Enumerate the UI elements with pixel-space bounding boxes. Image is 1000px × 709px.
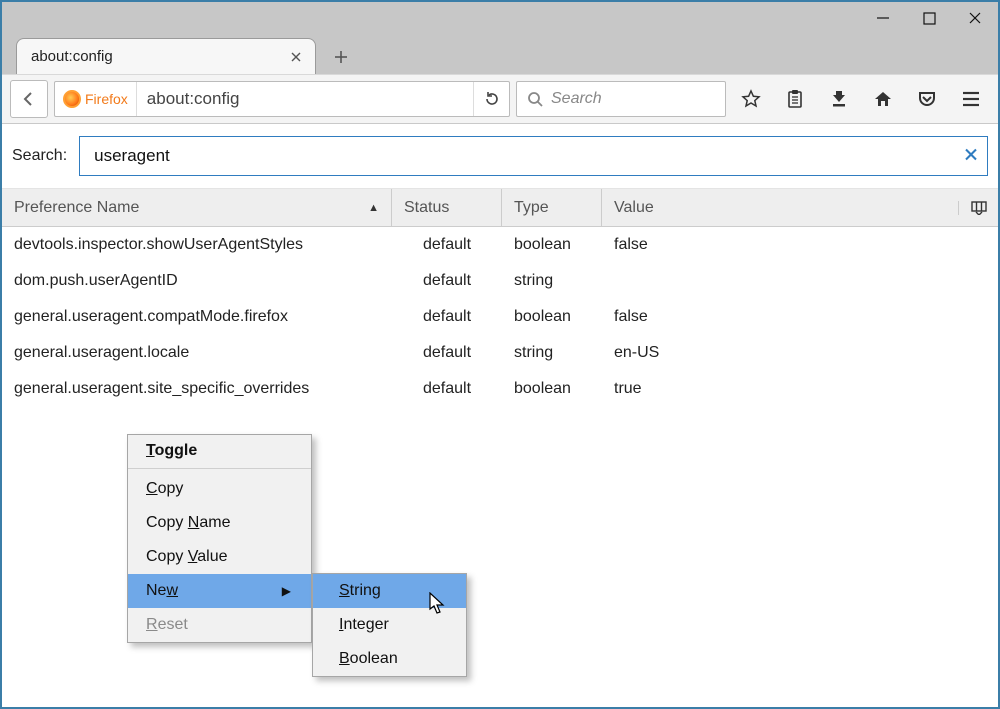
window-titlebar: [2, 2, 998, 34]
mouse-cursor-icon: [429, 592, 447, 616]
column-header-value[interactable]: Value: [602, 189, 958, 226]
navigation-toolbar: Firefox about:config Search: [2, 74, 998, 124]
ctx-copy-value[interactable]: Copy Value: [128, 540, 311, 574]
table-row[interactable]: general.useragent.locale default string …: [2, 335, 998, 371]
back-button[interactable]: [10, 80, 48, 118]
ctx-reset: Reset: [128, 608, 311, 642]
minimize-button[interactable]: [860, 2, 906, 34]
ctx-copy[interactable]: Copy: [128, 472, 311, 506]
table-row[interactable]: dom.push.userAgentID default string: [2, 263, 998, 299]
submenu-boolean[interactable]: Boolean: [313, 642, 466, 676]
url-text: about:config: [137, 89, 473, 109]
hamburger-menu-icon[interactable]: [952, 80, 990, 118]
search-icon: [527, 91, 543, 107]
tab-strip: about:config: [2, 34, 998, 74]
downloads-icon[interactable]: [820, 80, 858, 118]
clear-search-icon[interactable]: [964, 146, 978, 167]
config-search-label: Search:: [12, 147, 67, 165]
pocket-icon[interactable]: [908, 80, 946, 118]
search-box[interactable]: Search: [516, 81, 726, 117]
identity-label: Firefox: [85, 91, 128, 107]
ctx-toggle[interactable]: Toggle: [128, 435, 311, 469]
submenu-arrow-icon: ▶: [282, 584, 291, 598]
config-grid-header: Preference Name ▲ Status Type Value: [2, 189, 998, 227]
bookmark-star-icon[interactable]: [732, 80, 770, 118]
home-icon[interactable]: [864, 80, 902, 118]
config-search-row: Search:: [2, 124, 998, 189]
clipboard-icon[interactable]: [776, 80, 814, 118]
sort-asc-icon: ▲: [368, 202, 379, 214]
new-tab-button[interactable]: [324, 40, 358, 74]
column-header-status[interactable]: Status: [392, 189, 502, 226]
column-header-type[interactable]: Type: [502, 189, 602, 226]
close-window-button[interactable]: [952, 2, 998, 34]
tab-title: about:config: [31, 48, 287, 65]
url-bar[interactable]: Firefox about:config: [54, 81, 510, 117]
context-menu: Toggle Copy Copy Name Copy Value New▶ Re…: [127, 434, 312, 643]
table-row[interactable]: devtools.inspector.showUserAgentStyles d…: [2, 227, 998, 263]
browser-window: about:config Firefox about:config Search: [0, 0, 1000, 709]
search-placeholder: Search: [551, 90, 602, 108]
table-row[interactable]: general.useragent.compatMode.firefox def…: [2, 299, 998, 335]
column-picker-icon[interactable]: [958, 201, 998, 215]
config-search-input[interactable]: [79, 136, 988, 176]
config-grid-body[interactable]: devtools.inspector.showUserAgentStyles d…: [2, 227, 998, 707]
close-tab-icon[interactable]: [287, 48, 305, 66]
table-row[interactable]: general.useragent.site_specific_override…: [2, 371, 998, 407]
ctx-new[interactable]: New▶: [128, 574, 311, 608]
maximize-button[interactable]: [906, 2, 952, 34]
column-header-name[interactable]: Preference Name ▲: [2, 189, 392, 226]
reload-button[interactable]: [473, 82, 509, 116]
browser-tab[interactable]: about:config: [16, 38, 316, 74]
firefox-icon: [63, 90, 81, 108]
ctx-copy-name[interactable]: Copy Name: [128, 506, 311, 540]
identity-box[interactable]: Firefox: [55, 82, 137, 116]
context-submenu-new: String Integer Boolean: [312, 573, 467, 677]
